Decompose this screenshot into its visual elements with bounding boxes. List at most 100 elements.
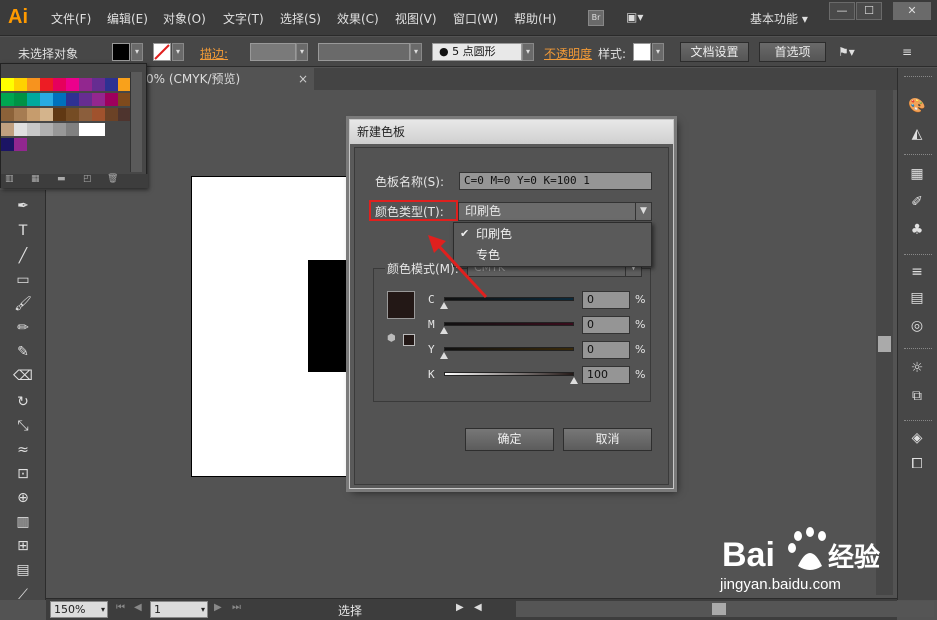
color-swatch[interactable] bbox=[1, 138, 14, 151]
opacity-label[interactable]: 不透明度 bbox=[544, 45, 592, 62]
horizontal-scrollbar[interactable] bbox=[516, 601, 934, 617]
color-swatch[interactable] bbox=[40, 123, 53, 136]
panel-grip[interactable] bbox=[904, 420, 932, 423]
color-swatch[interactable] bbox=[27, 108, 40, 121]
menu-view[interactable]: 视图(V) bbox=[395, 10, 437, 27]
transparency-panel-icon[interactable]: ◎ bbox=[906, 316, 928, 336]
rotate-tool-icon[interactable]: ↻ bbox=[13, 392, 33, 412]
graphic-styles-panel-icon[interactable]: ⧉ bbox=[906, 386, 928, 406]
show-swatch-kinds-icon[interactable]: ▦ bbox=[31, 174, 40, 184]
line-tool-icon[interactable]: ╱ bbox=[13, 246, 33, 266]
pencil-tool-icon[interactable]: ✏ bbox=[13, 318, 33, 338]
eraser-tool-icon[interactable]: ⌫ bbox=[13, 366, 33, 386]
scale-tool-icon[interactable]: ⤡ bbox=[13, 416, 33, 436]
color-swatch[interactable] bbox=[105, 78, 118, 91]
preferences-button[interactable]: 首选项 bbox=[759, 42, 826, 62]
graph-tool-icon[interactable]: ▥ bbox=[13, 512, 33, 532]
variable-width-dropdown[interactable]: ▾ bbox=[410, 43, 422, 61]
color-swatch[interactable] bbox=[14, 78, 27, 91]
color-swatch[interactable] bbox=[92, 108, 105, 121]
color-swatch[interactable] bbox=[53, 93, 66, 106]
document-setup-button[interactable]: 文档设置 bbox=[680, 42, 749, 62]
gradient-tool-icon[interactable]: ▤ bbox=[13, 560, 33, 580]
align-icon[interactable]: ⚑▾ bbox=[838, 45, 855, 59]
artboards-panel-icon[interactable]: ⧠ bbox=[906, 454, 928, 474]
color-swatch[interactable] bbox=[53, 78, 66, 91]
graphic-style-dropdown[interactable]: ▾ bbox=[652, 43, 664, 61]
color-swatch[interactable] bbox=[79, 78, 92, 91]
color-swatch[interactable] bbox=[14, 93, 27, 106]
variable-width-field[interactable] bbox=[318, 43, 410, 61]
scroll-left-icon[interactable]: ◀ bbox=[474, 602, 482, 613]
stroke-weight-field[interactable] bbox=[250, 43, 296, 61]
gradient-panel-icon[interactable]: ▤ bbox=[906, 288, 928, 308]
color-swatch[interactable] bbox=[66, 108, 79, 121]
black-slider-thumb[interactable] bbox=[570, 377, 578, 384]
stroke-weight-dropdown[interactable]: ▾ bbox=[296, 43, 308, 61]
free-transform-tool-icon[interactable]: ⊡ bbox=[13, 464, 33, 484]
color-swatch[interactable] bbox=[92, 123, 105, 136]
blob-brush-tool-icon[interactable]: ✎ bbox=[13, 342, 33, 362]
color-swatch[interactable] bbox=[1, 78, 14, 91]
color-swatch[interactable] bbox=[14, 123, 27, 136]
document-tab[interactable]: 0% (CMYK/预览) × bbox=[146, 68, 314, 90]
prev-page-icon[interactable]: ◀ bbox=[134, 602, 142, 613]
last-page-icon[interactable]: ⏭ bbox=[232, 602, 241, 613]
panel-grip[interactable] bbox=[904, 348, 932, 351]
color-swatch[interactable] bbox=[105, 93, 118, 106]
menu-file[interactable]: 文件(F) bbox=[51, 10, 91, 27]
color-swatch[interactable] bbox=[66, 93, 79, 106]
color-swatch[interactable] bbox=[53, 108, 66, 121]
new-color-group-icon[interactable]: ▬ bbox=[57, 174, 66, 184]
color-swatch[interactable] bbox=[66, 123, 79, 136]
color-swatch[interactable] bbox=[1, 123, 14, 136]
minimize-button[interactable]: — bbox=[829, 2, 855, 20]
color-swatch[interactable] bbox=[105, 108, 118, 121]
cyan-value-input[interactable]: 0 bbox=[582, 291, 630, 309]
next-page-icon[interactable]: ▶ bbox=[214, 602, 222, 613]
menu-type[interactable]: 文字(T) bbox=[223, 10, 264, 27]
brush-dropdown[interactable]: ▾ bbox=[522, 43, 534, 61]
menu-edit[interactable]: 编辑(E) bbox=[107, 10, 148, 27]
magenta-slider-thumb[interactable] bbox=[440, 327, 448, 334]
vertical-scroll-thumb[interactable] bbox=[878, 336, 891, 352]
first-page-icon[interactable]: ⏮ bbox=[116, 602, 125, 613]
graphic-style-swatch[interactable] bbox=[633, 43, 651, 61]
brushes-panel-icon[interactable]: ✐ bbox=[906, 192, 928, 212]
fill-swatch[interactable] bbox=[112, 43, 130, 61]
black-slider-track[interactable] bbox=[444, 372, 574, 376]
stroke-panel-icon[interactable]: ≡ bbox=[906, 262, 928, 282]
page-field[interactable]: 1 ▾ bbox=[150, 601, 208, 618]
panel-grip[interactable] bbox=[904, 154, 932, 157]
black-value-input[interactable]: 100 bbox=[582, 366, 630, 384]
color-swatch[interactable] bbox=[27, 78, 40, 91]
rectangle-tool-icon[interactable]: ▭ bbox=[13, 270, 33, 290]
width-tool-icon[interactable]: ≈ bbox=[13, 440, 33, 460]
stroke-dropdown[interactable]: ▾ bbox=[172, 43, 184, 61]
color-swatch[interactable] bbox=[92, 78, 105, 91]
gamut-color-swatch[interactable] bbox=[403, 334, 415, 346]
color-swatch[interactable] bbox=[66, 78, 79, 91]
pen-tool-icon[interactable]: ✒ bbox=[13, 196, 33, 216]
menu-effect[interactable]: 效果(C) bbox=[337, 10, 379, 27]
panel-menu-icon[interactable]: ≡ bbox=[902, 45, 912, 59]
menu-window[interactable]: 窗口(W) bbox=[453, 10, 498, 27]
brush-definition-field[interactable]: ● 5 点圆形 bbox=[432, 43, 522, 61]
zoom-field[interactable]: 150% ▾ bbox=[50, 601, 108, 618]
swatch-scrollbar[interactable] bbox=[130, 72, 142, 172]
color-swatch[interactable] bbox=[40, 78, 53, 91]
yellow-slider-track[interactable] bbox=[444, 347, 574, 351]
swatch-name-input[interactable]: C=0 M=0 Y=0 K=100 1 bbox=[459, 172, 652, 190]
close-tab-icon[interactable]: × bbox=[298, 68, 308, 90]
stroke-label[interactable]: 描边: bbox=[200, 45, 228, 62]
arrange-documents-button[interactable]: ▣▾ bbox=[626, 10, 654, 26]
magenta-value-input[interactable]: 0 bbox=[582, 316, 630, 334]
ok-button[interactable]: 确定 bbox=[465, 428, 554, 451]
color-swatch[interactable] bbox=[40, 93, 53, 106]
color-swatch[interactable] bbox=[14, 138, 27, 151]
color-swatch[interactable] bbox=[14, 108, 27, 121]
swatch-library-icon[interactable]: ▥ bbox=[5, 174, 14, 184]
color-swatch[interactable] bbox=[92, 93, 105, 106]
layers-panel-icon[interactable]: ◈ bbox=[906, 428, 928, 448]
symbols-panel-icon[interactable]: ♣ bbox=[906, 220, 928, 240]
